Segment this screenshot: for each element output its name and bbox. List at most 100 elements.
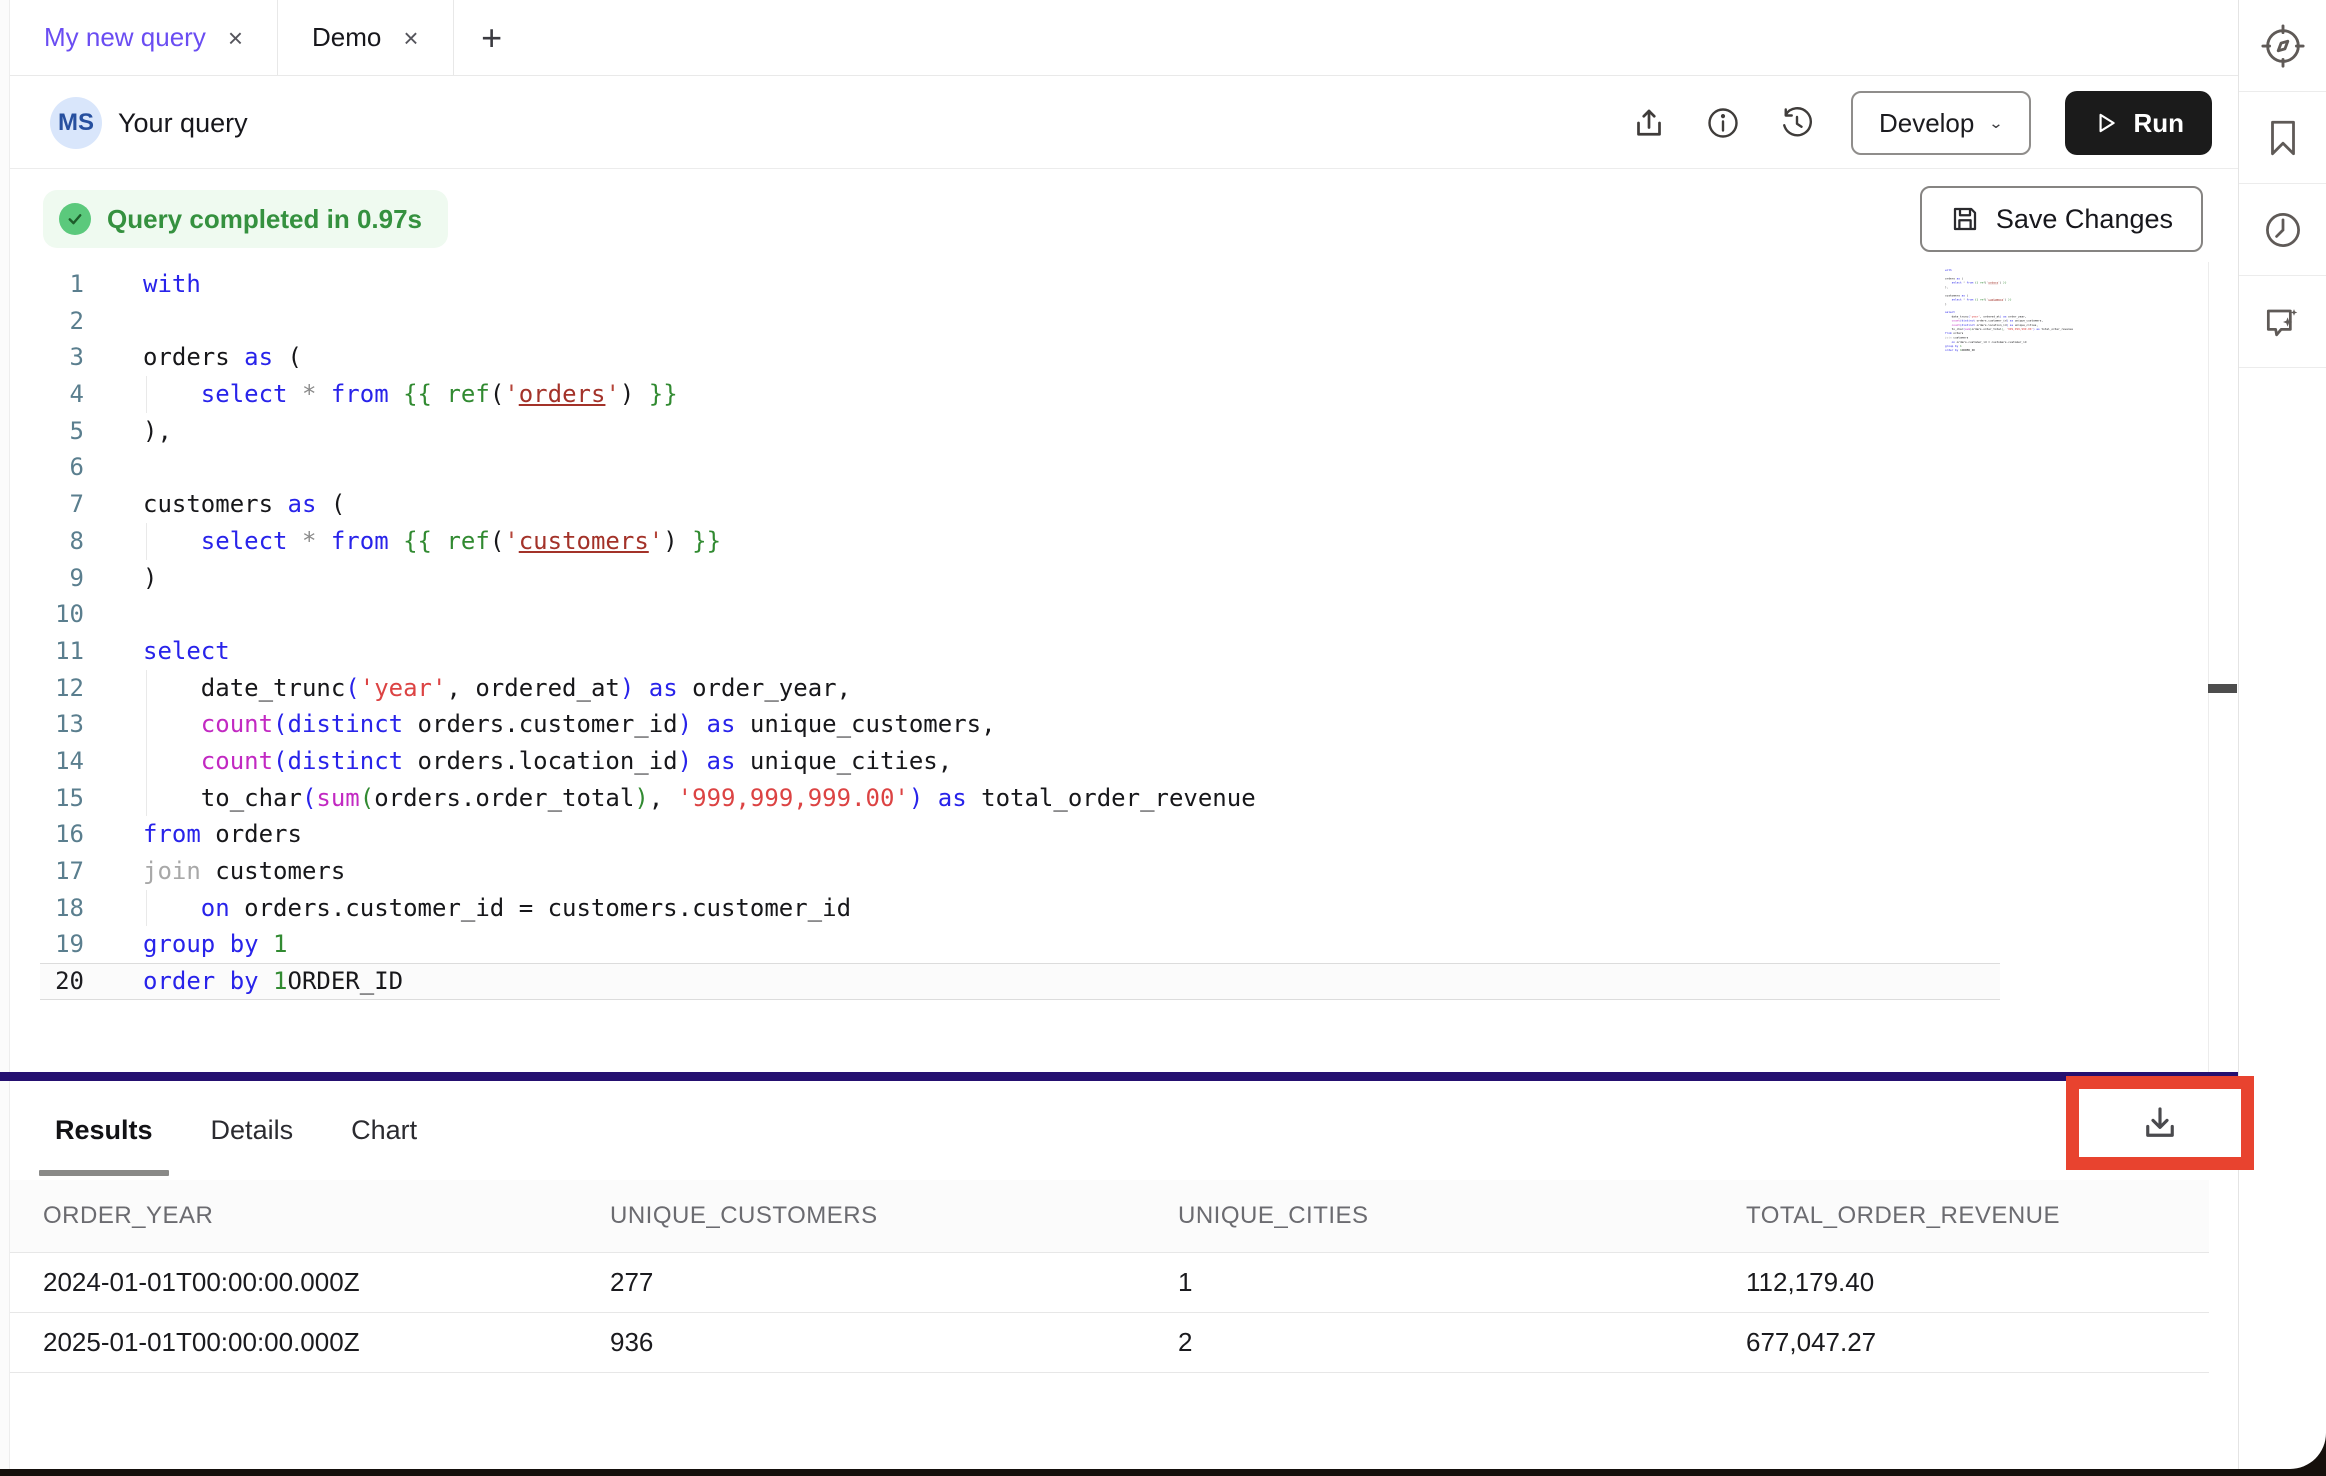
share-icon[interactable] (1629, 103, 1669, 143)
code-text: order by 1ORDER_ID (143, 963, 403, 1000)
cell-total-order-revenue: 677,047.27 (1713, 1327, 2209, 1358)
cell-order-year: 2025-01-01T00:00:00.000Z (10, 1327, 577, 1358)
right-icon-sidebar (2238, 0, 2326, 1469)
save-changes-button[interactable]: Save Changes (1920, 186, 2203, 252)
status-row: Query completed in 0.97s Save Changes (10, 170, 2238, 262)
develop-button[interactable]: Develop ⌄ (1851, 91, 2032, 155)
code-text: orders as ( (143, 339, 302, 376)
code-line-19[interactable]: 19 group by 1 (40, 926, 2000, 963)
code-line-5[interactable]: 5), (40, 413, 2000, 450)
code-line-16[interactable]: 16 from orders (40, 816, 2000, 853)
code-text: from orders (143, 816, 302, 853)
info-icon[interactable] (1703, 103, 1743, 143)
bookmark-icon[interactable] (2239, 92, 2326, 184)
column-header[interactable]: ORDER_YEAR (10, 1202, 577, 1230)
cell-total-order-revenue: 112,179.40 (1713, 1267, 2209, 1298)
scrollbar-thumb[interactable] (2208, 684, 2237, 693)
table-row[interactable]: 2024-01-01T00:00:00.000Z 277 1 112,179.4… (10, 1253, 2209, 1313)
status-text: Query completed in 0.97s (107, 204, 422, 235)
run-button[interactable]: Run (2065, 91, 2212, 155)
line-number: 9 (40, 560, 84, 597)
line-number: 19 (40, 926, 84, 963)
code-text: customers as ( (143, 486, 345, 523)
cell-unique-cities: 1 (1145, 1267, 1713, 1298)
download-icon[interactable] (2139, 1102, 2181, 1144)
line-number: 2 (40, 303, 84, 340)
code-line-2[interactable]: 2 (40, 303, 2000, 340)
main-panel: My new query × Demo × + MS Your query (0, 0, 2238, 1469)
code-text: ) (143, 560, 157, 597)
code-line-13[interactable]: 13 count(distinct orders.customer_id) as… (40, 706, 2000, 743)
code-line-4[interactable]: 4 select * from {{ ref('orders') }} (40, 376, 2000, 413)
avatar[interactable]: MS (50, 97, 102, 149)
line-number: 10 (40, 596, 84, 633)
table-header-row: ORDER_YEAR UNIQUE_CUSTOMERS UNIQUE_CITIE… (10, 1180, 2209, 1253)
save-icon (1950, 204, 1980, 234)
code-text: select (143, 633, 230, 670)
code-line-20[interactable]: 20order by 1ORDER_ID (40, 963, 2000, 1000)
tab-my-new-query[interactable]: My new query × (10, 0, 278, 75)
line-number: 6 (40, 449, 84, 486)
code-line-6[interactable]: 6 (40, 449, 2000, 486)
cell-unique-customers: 277 (577, 1267, 1145, 1298)
code-line-3[interactable]: 3orders as ( (40, 339, 2000, 376)
results-table: ORDER_YEAR UNIQUE_CUSTOMERS UNIQUE_CITIE… (10, 1180, 2209, 1373)
minimap-content: 1with23orders as (4 select * from {{ ref… (1945, 268, 2125, 352)
minimap[interactable]: 1with23orders as (4 select * from {{ ref… (1945, 268, 2125, 360)
code-line-18[interactable]: 18 on orders.customer_id = customers.cus… (40, 890, 2000, 927)
cell-unique-customers: 936 (577, 1327, 1145, 1358)
history-icon[interactable] (1777, 103, 1817, 143)
line-number: 7 (40, 486, 84, 523)
column-header[interactable]: TOTAL_ORDER_REVENUE (1713, 1202, 2209, 1230)
code-line-11[interactable]: 11 select (40, 633, 2000, 670)
tab-bar: My new query × Demo × + (10, 0, 2238, 76)
new-tab-button[interactable]: + (454, 0, 530, 75)
compass-icon[interactable] (2239, 0, 2326, 92)
play-icon (2093, 110, 2119, 136)
clock-icon[interactable] (2239, 184, 2326, 276)
tab-details[interactable]: Details (211, 1081, 294, 1180)
code-line-10[interactable]: 10 (40, 596, 2000, 633)
code-text: select * from {{ ref('orders') }} (143, 376, 678, 413)
code-text: order by 1ORDER_ID (1945, 348, 1975, 352)
header-actions: Develop ⌄ Run (1629, 77, 2212, 169)
panel-divider[interactable] (0, 1072, 2238, 1081)
close-icon[interactable]: × (403, 25, 418, 51)
code-line-8[interactable]: 8 select * from {{ ref('customers') }} (40, 523, 2000, 560)
check-icon (59, 203, 91, 235)
column-header[interactable]: UNIQUE_CITIES (1145, 1202, 1713, 1230)
table-row[interactable]: 2025-01-01T00:00:00.000Z 936 2 677,047.2… (10, 1313, 2209, 1373)
code-text: group by 1 (143, 926, 288, 963)
line-number: 17 (40, 853, 84, 890)
code-line-1[interactable]: 1with (40, 266, 2000, 303)
code-line-15[interactable]: 15 to_char(sum(orders.order_total), '999… (40, 780, 2000, 817)
column-header[interactable]: UNIQUE_CUSTOMERS (577, 1202, 1145, 1230)
code-text: count(distinct orders.location_id) as un… (143, 743, 952, 780)
cell-order-year: 2024-01-01T00:00:00.000Z (10, 1267, 577, 1298)
code-line-14[interactable]: 14 count(distinct orders.location_id) as… (40, 743, 2000, 780)
chevron-down-icon: ⌄ (1988, 115, 2003, 132)
code-line-17[interactable]: 17join customers (40, 853, 2000, 890)
tab-chart[interactable]: Chart (351, 1081, 417, 1180)
code-line-12[interactable]: 12 date_trunc('year', ordered_at) as ord… (40, 670, 2000, 707)
line-number: 16 (40, 816, 84, 853)
tab-demo[interactable]: Demo × (278, 0, 454, 75)
sql-editor[interactable]: 1with23orders as (4 select * from {{ ref… (10, 262, 2208, 1072)
code-line-7[interactable]: 7 customers as ( (40, 486, 2000, 523)
query-status-badge: Query completed in 0.97s (43, 190, 448, 248)
tab-label: My new query (44, 22, 206, 53)
line-number: 12 (40, 670, 84, 707)
line-number: 13 (40, 706, 84, 743)
code-text: ), (143, 413, 172, 450)
code-line-20[interactable]: 20order by 1ORDER_ID (1945, 348, 2125, 352)
line-number: 11 (40, 633, 84, 670)
line-number: 18 (40, 890, 84, 927)
code-lines[interactable]: 1with23orders as (4 select * from {{ ref… (40, 266, 2000, 1000)
code-text: date_trunc('year', ordered_at) as order_… (143, 670, 851, 707)
ai-chat-icon[interactable] (2239, 276, 2326, 368)
close-icon[interactable]: × (228, 25, 243, 51)
cell-unique-cities: 2 (1145, 1327, 1713, 1358)
code-text: select * from {{ ref('customers') }} (143, 523, 721, 560)
code-line-9[interactable]: 9) (40, 560, 2000, 597)
tab-results[interactable]: Results (55, 1081, 153, 1180)
